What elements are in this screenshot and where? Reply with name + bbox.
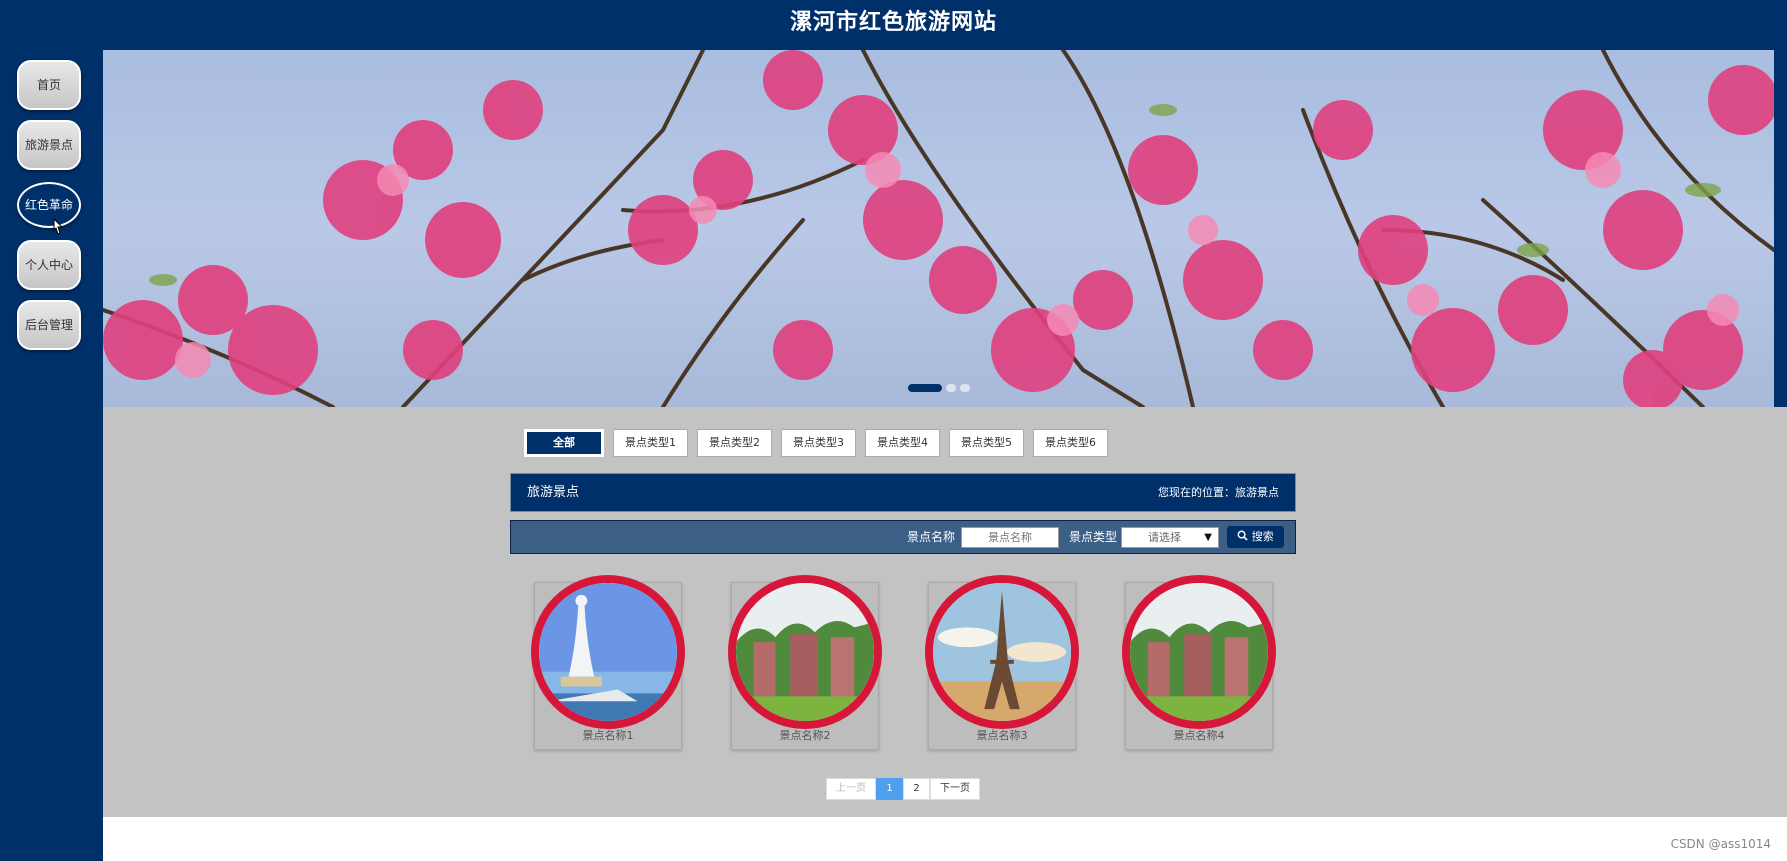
search-button-label: 搜索 — [1251, 530, 1274, 543]
nav-home-button[interactable]: 首页 — [17, 60, 81, 110]
chevron-down-icon: ▼ — [1204, 532, 1212, 543]
footer-strip: CSDN @ass1014 — [103, 817, 1787, 861]
nav-admin-button[interactable]: 后台管理 — [17, 300, 81, 350]
attraction-card-2[interactable]: 景点名称2 — [728, 575, 882, 750]
type-select[interactable]: 请选择 ▼ — [1121, 527, 1219, 548]
mouse-pointer-icon — [50, 217, 64, 236]
page-1-button[interactable]: 1 — [876, 778, 903, 800]
attraction-name-4: 景点名称4 — [1173, 729, 1225, 742]
attraction-card-1[interactable]: 景点名称1 — [531, 575, 685, 750]
carousel-dot-active[interactable] — [908, 384, 942, 392]
sidebar: 首页 旅游景点 红色革命 个人中心 后台管理 — [0, 50, 103, 861]
attraction-name-3: 景点名称3 — [976, 729, 1028, 742]
cliffs-image — [1130, 583, 1268, 721]
cliffs-image — [736, 583, 874, 721]
tower-image — [933, 583, 1071, 721]
breadcrumb: 您现在的位置：旅游景点 — [1158, 486, 1279, 499]
attraction-image-4 — [1122, 575, 1276, 729]
prev-page-button[interactable]: 上一页 — [826, 778, 876, 800]
attraction-card-grid: 景点名称1 景点名称2 景点名称3 景点名称4 — [528, 575, 1288, 752]
category-tabs: 全部 景点类型1 景点类型2 景点类型3 景点类型4 景点类型5 景点类型6 — [524, 429, 1108, 457]
carousel-dot[interactable] — [960, 384, 970, 392]
name-search-input[interactable] — [961, 527, 1059, 548]
attraction-card-3[interactable]: 景点名称3 — [925, 575, 1079, 750]
tab-all[interactable]: 全部 — [524, 429, 604, 457]
banner-carousel-dots — [908, 384, 970, 392]
section-title: 旅游景点 — [527, 485, 580, 500]
nav-attractions-button[interactable]: 旅游景点 — [17, 120, 81, 170]
attraction-name-1: 景点名称1 — [582, 729, 634, 742]
search-icon — [1237, 530, 1252, 543]
attraction-image-3 — [925, 575, 1079, 729]
attraction-card-4[interactable]: 景点名称4 — [1122, 575, 1276, 750]
attraction-image-2 — [728, 575, 882, 729]
breadcrumb-bar: 旅游景点 您现在的位置：旅游景点 — [510, 473, 1296, 512]
tab-type-3[interactable]: 景点类型3 — [781, 429, 856, 457]
page-2-button[interactable]: 2 — [903, 778, 930, 800]
watermark-text: CSDN @ass1014 — [1670, 837, 1771, 851]
next-page-button[interactable]: 下一页 — [930, 778, 980, 800]
carousel-dot[interactable] — [946, 384, 956, 392]
search-button[interactable]: 搜索 — [1227, 526, 1284, 548]
type-label: 景点类型 — [1069, 530, 1118, 544]
pagination: 上一页 1 2 下一页 — [826, 778, 980, 800]
tab-type-4[interactable]: 景点类型4 — [865, 429, 940, 457]
attraction-name-2: 景点名称2 — [779, 729, 831, 742]
site-title: 漯河市红色旅游网站 — [789, 10, 997, 35]
nav-red-revolution-button[interactable]: 红色革命 — [17, 182, 81, 228]
statue-image — [539, 583, 677, 721]
attraction-image-1 — [531, 575, 685, 729]
tab-type-5[interactable]: 景点类型5 — [949, 429, 1024, 457]
type-select-value: 请选择 — [1148, 531, 1181, 544]
nav-personal-center-button[interactable]: 个人中心 — [17, 240, 81, 290]
tab-type-2[interactable]: 景点类型2 — [697, 429, 772, 457]
search-bar: 景点名称 景点类型 请选择 ▼ 搜索 — [510, 520, 1296, 554]
tab-type-1[interactable]: 景点类型1 — [613, 429, 688, 457]
cherry-blossom-image — [103, 50, 1774, 407]
name-label: 景点名称 — [907, 530, 956, 544]
top-header: 漯河市红色旅游网站 — [0, 0, 1787, 50]
hero-banner — [103, 50, 1774, 407]
tab-type-6[interactable]: 景点类型6 — [1033, 429, 1108, 457]
